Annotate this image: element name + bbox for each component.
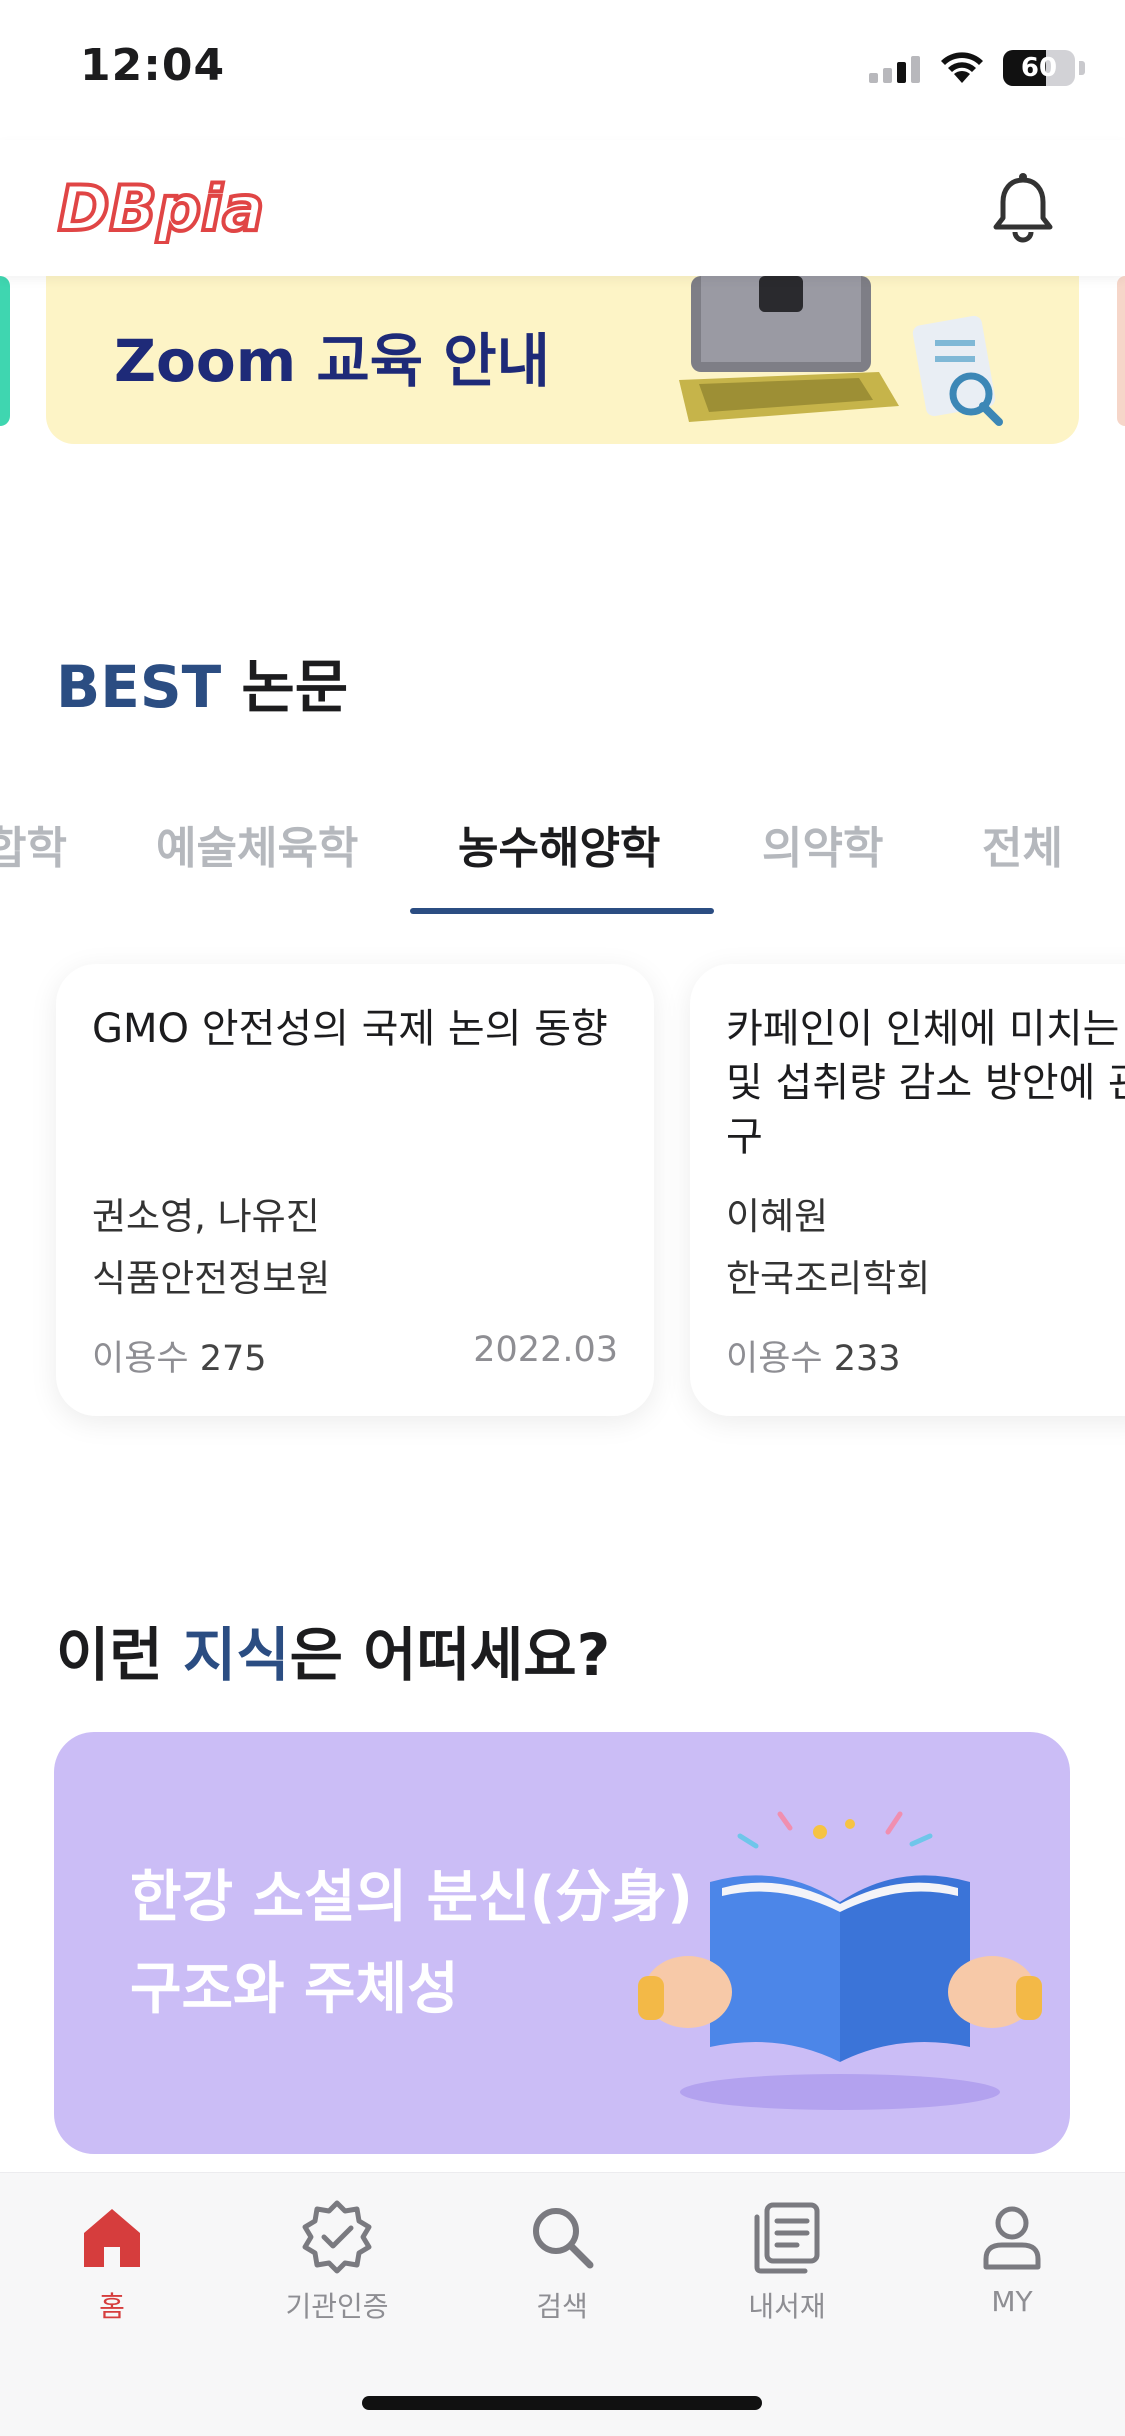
banner-title: Zoom 교육 안내	[114, 327, 551, 395]
battery-icon: 60	[1003, 50, 1075, 86]
paper-title: 카페인이 인체에 미치는 영향 및 섭취량 감소 방안에 관한 연구	[726, 1006, 1125, 1160]
nav-label-institution-auth: 기관인증	[285, 2290, 389, 2323]
promo-banner[interactable]: Zoom 교육 안내	[46, 276, 1079, 444]
knowledge-title-accent: 지식	[182, 1621, 290, 1689]
search-icon	[533, 2208, 594, 2269]
paper-title: GMO 안전성의 국제 논의 동향	[92, 1006, 608, 1052]
knowledge-line-2: 구조와 주체성	[130, 1957, 459, 2022]
paper-card[interactable]: 카페인이 인체에 미치는 영향 및 섭취량 감소 방안에 관한 연구 이혜원 한…	[690, 964, 1125, 1416]
paper-publisher: 한국조리학회	[726, 1257, 931, 1300]
tab-category-4[interactable]: 의약학	[762, 812, 883, 876]
tab-category-3[interactable]: 농수해양학	[458, 812, 660, 876]
nav-home[interactable]: 홈	[32, 2197, 192, 2347]
paper-views: 이용수 275	[92, 1330, 267, 1381]
battery-nub	[1079, 61, 1085, 75]
status-bar: 12:04 60	[0, 0, 1125, 140]
tab-category-2[interactable]: 예술체육학	[156, 812, 358, 876]
verified-badge-icon	[302, 2200, 372, 2274]
paper-authors: 권소영, 나유진	[92, 1195, 320, 1238]
battery-percent: 60	[1020, 53, 1058, 83]
active-tab-underline	[410, 908, 714, 914]
knowledge-section-title: 이런 지식은 어떠세요?	[56, 1608, 610, 1692]
paper-authors: 이혜원	[726, 1195, 829, 1238]
nav-label-library: 내서재	[748, 2290, 826, 2323]
banner-peek-left[interactable]	[0, 276, 10, 426]
open-book-illustration	[638, 1811, 1042, 2110]
status-icons: 60	[869, 48, 1085, 88]
views-label: 이용수	[726, 1339, 823, 1379]
nav-label-home: 홈	[99, 2290, 125, 2323]
tab-category-5[interactable]: 전체	[982, 812, 1063, 876]
category-tabs: 합학 예술체육학 농수해양학 의약학 전체	[0, 800, 1125, 916]
views-count: 275	[199, 1339, 267, 1379]
banner-peek-right[interactable]	[1117, 276, 1125, 426]
knowledge-card-text: 한강 소설의 분신(分身) 구조와 주체성	[130, 1852, 693, 2036]
knowledge-line-1: 한강 소설의 분신(分身)	[130, 1865, 693, 1930]
library-icon	[754, 2202, 820, 2274]
knowledge-recommendation-card[interactable]: 한강 소설의 분신(分身) 구조와 주체성	[54, 1732, 1070, 2154]
nav-institution-auth[interactable]: 기관인증	[257, 2197, 417, 2347]
views-count: 233	[833, 1339, 901, 1379]
bell-icon[interactable]	[983, 168, 1063, 248]
app-header: DBpia	[0, 140, 1125, 276]
tab-category-1[interactable]: 합학	[0, 812, 67, 876]
nav-search[interactable]: 검색	[482, 2197, 642, 2347]
laptop-illustration	[679, 276, 1003, 426]
nav-label-search: 검색	[536, 2290, 588, 2323]
paper-card[interactable]: GMO 안전성의 국제 논의 동향 권소영, 나유진 식품안전정보원 이용수 2…	[56, 964, 654, 1416]
knowledge-title-prefix: 이런	[56, 1621, 183, 1689]
knowledge-title-suffix: 은 어떠세요?	[289, 1621, 611, 1689]
paper-views: 이용수 233	[726, 1330, 901, 1381]
paper-publisher: 식품안전정보원	[92, 1257, 331, 1300]
nav-library[interactable]: 내서재	[707, 2197, 867, 2347]
best-title-rest: 논문	[221, 653, 349, 721]
nav-my[interactable]: MY	[932, 2197, 1092, 2347]
wifi-icon	[941, 52, 983, 83]
nav-label-my: MY	[991, 2285, 1033, 2318]
best-title-accent: BEST	[56, 653, 222, 721]
status-time: 12:04	[80, 40, 226, 91]
best-section-title: BEST 논문	[56, 640, 348, 724]
home-icon	[84, 2209, 140, 2267]
logo-text: DBpia	[58, 174, 264, 244]
person-icon	[983, 2206, 1041, 2270]
views-label: 이용수	[92, 1339, 189, 1379]
dbpia-logo[interactable]: DBpia	[54, 174, 384, 244]
home-indicator	[362, 2396, 762, 2410]
cellular-signal-icon	[869, 56, 920, 83]
paper-date: 2022.03	[473, 1330, 618, 1370]
